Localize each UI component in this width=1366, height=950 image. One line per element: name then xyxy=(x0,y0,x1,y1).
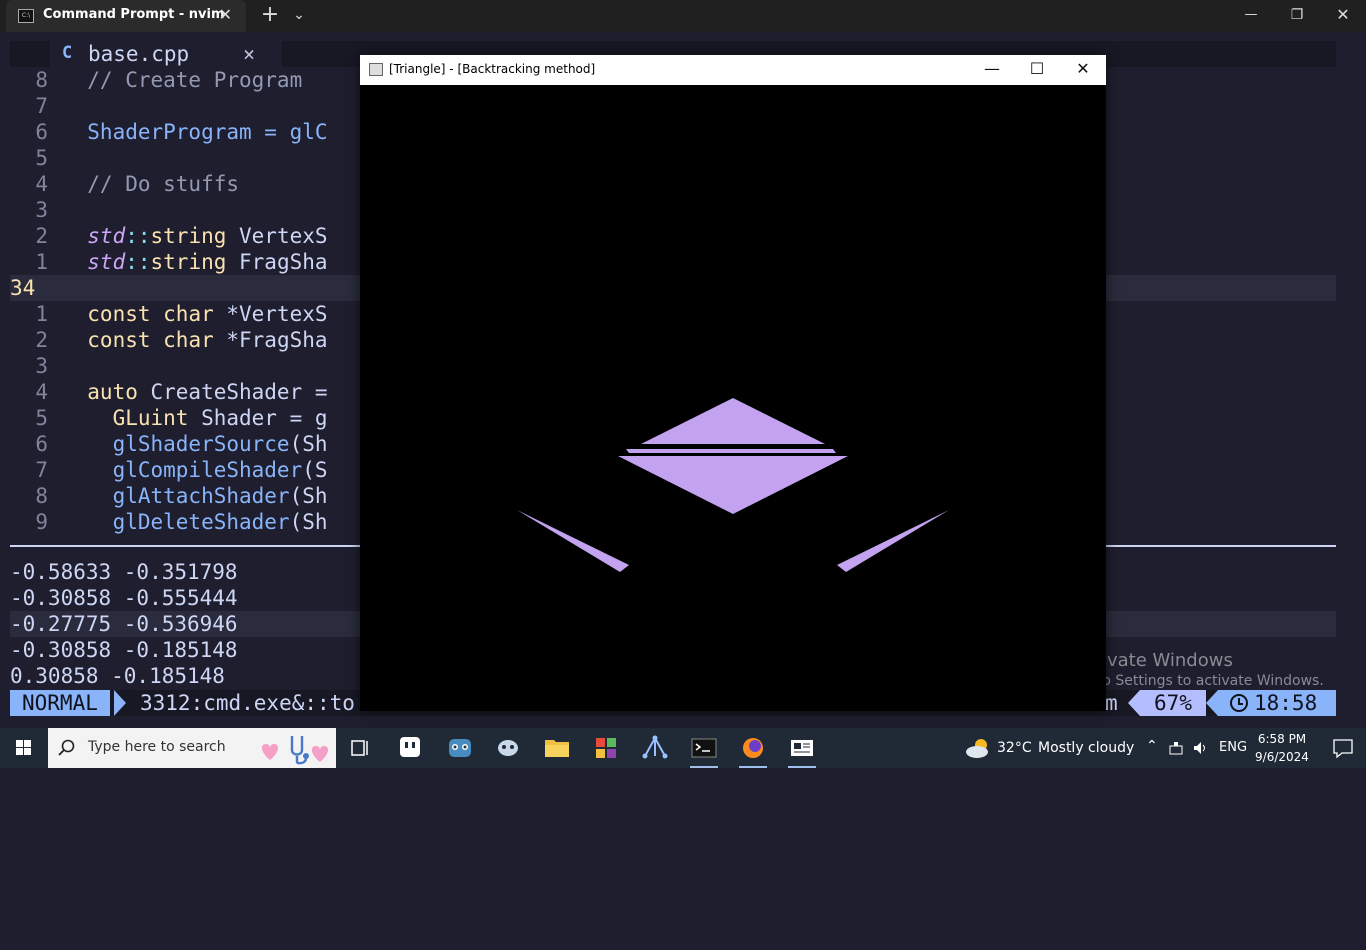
buffer-close-button[interactable]: × xyxy=(243,41,255,67)
terminal-close-button[interactable]: ✕ xyxy=(1320,0,1366,32)
close-button[interactable]: ✕ xyxy=(1060,55,1106,85)
maximize-button[interactable]: ☐ xyxy=(1014,55,1060,85)
taskbar-search[interactable]: Type here to search xyxy=(48,728,336,768)
opengl-window-title: [Triangle] - [Backtracking method] xyxy=(389,62,596,76)
terminal-restore-button[interactable]: ❐ xyxy=(1274,0,1320,32)
terminal-tab[interactable]: C:\ Command Prompt - nvim ✕ xyxy=(6,0,246,32)
news-icon[interactable] xyxy=(778,728,826,768)
terminal-titlebar: C:\ Command Prompt - nvim ✕ + ⌄ — ❐ ✕ xyxy=(0,0,1366,32)
cmd-icon: C:\ xyxy=(18,9,34,23)
buffer-name: base.cpp xyxy=(88,42,190,66)
activation-subtitle: Go to Settings to activate Windows. xyxy=(1073,673,1324,689)
window-icon xyxy=(369,63,383,76)
tab-title: Command Prompt - nvim xyxy=(43,7,225,22)
terminal-minimize-button[interactable]: — xyxy=(1228,0,1274,32)
firefox-icon[interactable] xyxy=(729,728,777,768)
search-icon xyxy=(58,739,75,756)
discord-icon[interactable] xyxy=(484,728,532,768)
time-separator xyxy=(1206,690,1218,716)
cpp-file-icon: C xyxy=(62,43,73,63)
tab-dropdown-button[interactable]: ⌄ xyxy=(288,0,310,32)
activation-title: Activate Windows xyxy=(1073,650,1233,671)
mode-indicator: NORMAL xyxy=(10,690,110,716)
search-highlight-icon xyxy=(261,736,329,765)
strip-upper xyxy=(626,449,836,453)
opengl-window[interactable]: [Triangle] - [Backtracking method] — ☐ ✕ xyxy=(360,55,1106,711)
git-icon[interactable] xyxy=(631,728,679,768)
status-time-text: 18:58 xyxy=(1254,691,1318,715)
status-filetype: m xyxy=(1105,691,1118,715)
tab-close-button[interactable]: ✕ xyxy=(219,5,232,24)
minimize-button[interactable]: — xyxy=(969,55,1015,85)
percent-separator xyxy=(1128,690,1140,716)
cloudy-weather-icon xyxy=(966,739,988,758)
godot-icon[interactable] xyxy=(436,728,484,768)
clock-icon xyxy=(1230,694,1248,712)
clock-date: 9/6/2024 xyxy=(1255,750,1309,764)
opengl-window-titlebar[interactable]: [Triangle] - [Backtracking method] — ☐ ✕ xyxy=(360,55,1106,85)
file-explorer-icon[interactable] xyxy=(533,728,581,768)
terminal-icon[interactable] xyxy=(680,728,728,768)
taskbar: Type here to search 32°C Mostly cloudy ⌃… xyxy=(0,728,1366,768)
activation-watermark: Activate Windows Go to Settings to activ… xyxy=(1073,650,1324,689)
render-canvas[interactable] xyxy=(360,85,1106,711)
app-grid-icon[interactable] xyxy=(582,728,630,768)
triangle-left xyxy=(517,510,629,572)
taskbar-clock[interactable]: 6:58 PM 9/6/2024 xyxy=(1252,730,1312,766)
language-indicator[interactable]: ENG xyxy=(1219,740,1247,755)
windows-logo-icon xyxy=(16,740,31,755)
triangle-right xyxy=(837,510,949,572)
notification-icon xyxy=(1333,739,1353,759)
start-button[interactable] xyxy=(0,728,48,768)
network-icon[interactable] xyxy=(1168,740,1186,756)
mode-separator xyxy=(114,690,126,716)
search-placeholder: Type here to search xyxy=(88,739,226,755)
chevron-up-icon[interactable]: ⌃ xyxy=(1146,738,1158,754)
task-view-icon[interactable] xyxy=(336,728,384,768)
volume-icon[interactable] xyxy=(1192,740,1208,756)
clock-time: 6:58 PM xyxy=(1257,732,1307,746)
buffer-tab[interactable]: C base.cpp × xyxy=(50,41,282,67)
triangle-top xyxy=(641,398,825,444)
status-percent: 67% xyxy=(1140,690,1206,716)
status-filename: 3312:cmd.exe&::to xyxy=(140,691,355,715)
status-time: 18:58 xyxy=(1218,690,1336,716)
triangle-lower xyxy=(618,456,848,514)
app-icon[interactable] xyxy=(386,728,434,768)
new-tab-button[interactable]: + xyxy=(256,0,284,32)
notification-button[interactable] xyxy=(1320,728,1366,768)
weather-condition: Mostly cloudy xyxy=(1038,740,1135,756)
weather-temperature: 32°C xyxy=(997,740,1032,756)
